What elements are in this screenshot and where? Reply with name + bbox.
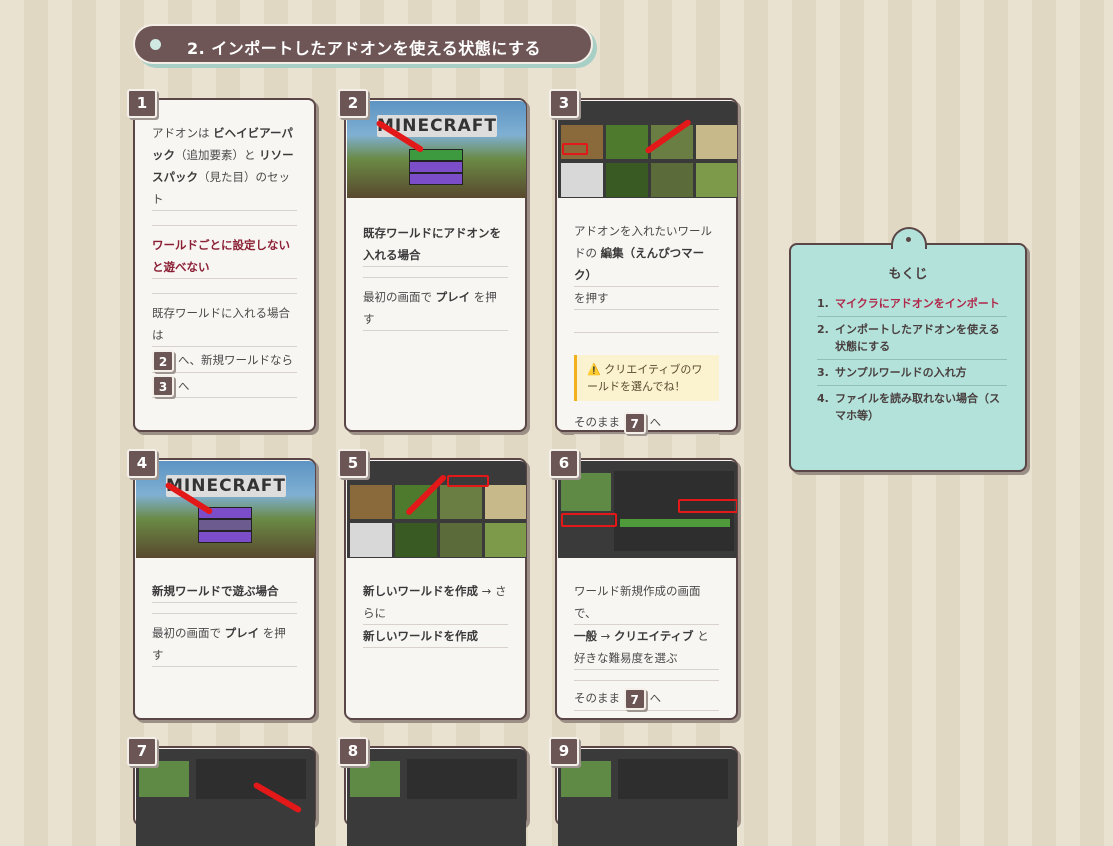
toc-title: もくじ <box>888 267 928 282</box>
minecraft-title-screenshot: MINECRAFT <box>136 461 315 558</box>
world-list-screenshot <box>558 101 737 198</box>
step-text: 一般 → クリエイティブ と好きな難易度を選ぶ <box>574 625 719 670</box>
text: そのまま <box>574 691 620 705</box>
existing-world-text: 既存ワールドに入れる場合は <box>152 293 297 347</box>
text: へ、新規ワールドなら <box>178 353 293 367</box>
toc-item-number: 4. <box>817 392 829 405</box>
step-card-1: 1 アドオンは ビヘイビアーパック（追加要素）と リソースパック（見た目）のセッ… <box>127 89 316 432</box>
step-number: 8 <box>338 737 368 766</box>
step-body: ワールド新規作成の画面で、 一般 → クリエイティブ と好きな難易度を選ぶ その… <box>574 580 719 711</box>
play-term: プレイ <box>435 290 471 304</box>
toc-item-link[interactable]: サンプルワールドの入れ方 <box>835 364 967 381</box>
note-text: クリエイティブのワールドを選んでね！ <box>587 363 703 393</box>
section-title: 2. インポートしたアドオンを使える状態にする <box>187 39 541 58</box>
step-screenshot <box>136 749 315 846</box>
toc-list: 1. マイクラにアドオンをインポート 2. インポートしたアドオンを使える状態にする… <box>817 291 1007 428</box>
text: アドオンは <box>152 126 214 140</box>
step-body: アドオンを入れたいワールドの 編集（えんぴつマーク） を押す ⚠️ クリエイティ… <box>574 220 719 435</box>
goto-step-3: 3へ <box>152 373 297 398</box>
warning-text: ワールドごとに設定しないと遊べない <box>152 225 297 279</box>
text: そのまま <box>574 415 620 429</box>
step-text: 新しいワールドを作成 → さらに <box>363 580 508 625</box>
step-number: 4 <box>127 449 157 478</box>
toc-item-2[interactable]: 2. インポートしたアドオンを使える状態にする <box>817 317 1007 360</box>
goto-step-7: そのまま 7へ <box>574 680 719 711</box>
step-card-5: 5 新しいワールドを作成 → さらに 新しいワールドを作成 <box>338 449 527 720</box>
step-number: 9 <box>549 737 579 766</box>
step-link-3[interactable]: 3 <box>152 375 174 397</box>
step-body: アドオンは ビヘイビアーパック（追加要素）と リソースパック（見た目）のセット … <box>152 122 297 398</box>
step-body: 既存ワールドにアドオンを入れる場合 最初の画面で プレイ を押す <box>363 222 508 331</box>
bullet-dot-icon <box>150 39 161 50</box>
toc-item-link[interactable]: ファイルを読み取れない場合（スマホ等） <box>835 390 1007 424</box>
step-link-7[interactable]: 7 <box>623 411 646 434</box>
menu-button-image <box>198 531 252 543</box>
text: 最初の画面で <box>363 290 436 304</box>
text: へ <box>649 415 662 429</box>
step-screenshot <box>347 749 526 846</box>
step-card-7: 7 <box>127 737 316 846</box>
goto-step-2: 2 へ、新規ワールドなら <box>152 347 297 373</box>
step-number: 6 <box>549 449 579 478</box>
step-number: 1 <box>127 89 157 118</box>
step-link-7[interactable]: 7 <box>623 687 646 710</box>
step-line: 最初の画面で プレイ を押す <box>363 277 508 331</box>
step-card-9: 9 <box>549 737 738 846</box>
step-screenshot <box>558 749 737 846</box>
text: へ <box>178 378 190 393</box>
create-world-screenshot <box>558 461 737 558</box>
step-body: 新規ワールドで遊ぶ場合 最初の画面で プレイ を押す <box>152 580 297 667</box>
step-card-3: 3 アドオンを入れたいワールドの 編集（えんぴつマーク） を押す ⚠️ クリエイ… <box>549 89 738 435</box>
step-number: 3 <box>549 89 579 118</box>
step-card-8: 8 <box>338 737 527 846</box>
text: 最初の画面で <box>152 626 225 640</box>
minecraft-title-screenshot: MINECRAFT <box>347 101 526 198</box>
step-body: 新しいワールドを作成 → さらに 新しいワールドを作成 <box>363 580 508 648</box>
toc-item-number: 3. <box>817 366 829 379</box>
step-link-2[interactable]: 2 <box>152 349 174 372</box>
play-term: プレイ <box>224 626 260 640</box>
toc-item-number: 1. <box>817 297 829 310</box>
menu-button-image <box>409 173 463 185</box>
text: へ <box>649 691 662 705</box>
text: を押す <box>574 287 719 310</box>
creative-term: クリエイティブ <box>613 629 694 643</box>
step-card-4: 4 MINECRAFT 新規ワールドで遊ぶ場合 最初の画面で プレイ を押す <box>127 449 316 720</box>
create-world-term: 新しいワールドを作成 <box>363 584 478 598</box>
step-heading: 既存ワールドにアドオンを入れる場合 <box>363 222 508 267</box>
text: （追加要素）と <box>175 148 260 162</box>
toc-item-1[interactable]: 1. マイクラにアドオンをインポート <box>817 291 1007 317</box>
step-text: アドオンを入れたいワールドの 編集（えんぴつマーク） <box>574 220 719 287</box>
step-number: 7 <box>127 737 157 766</box>
text: ワールド新規作成の画面で、 <box>574 580 719 625</box>
toc-item-number: 2. <box>817 323 829 336</box>
text: → <box>597 629 614 643</box>
tip-note: ⚠️ クリエイティブのワールドを選んでね！ <box>574 355 719 401</box>
general-term: 一般 <box>574 629 597 643</box>
divider <box>574 310 719 333</box>
toc-tab <box>891 227 927 249</box>
warning-icon: ⚠️ <box>587 363 601 376</box>
toc-item-3[interactable]: 3. サンプルワールドの入れ方 <box>817 360 1007 386</box>
table-of-contents: もくじ 1. マイクラにアドオンをインポート 2. インポートしたアドオンを使える状… <box>789 227 1027 472</box>
goto-step-7: そのまま 7へ <box>574 409 719 435</box>
section-header: 2. インポートしたアドオンを使える状態にする <box>133 24 593 64</box>
world-list-screenshot <box>347 461 526 558</box>
step-number: 5 <box>338 449 368 478</box>
toc-item-link[interactable]: マイクラにアドオンをインポート <box>835 295 1000 312</box>
dot-icon <box>906 237 911 242</box>
step-number: 2 <box>338 89 368 118</box>
step-card-2: 2 MINECRAFT 既存ワールドにアドオンを入れる場合 最初の画面で プレイ… <box>338 89 527 432</box>
create-world-term: 新しいワールドを作成 <box>363 625 508 648</box>
menu-button-image <box>409 161 463 173</box>
toc-item-4[interactable]: 4. ファイルを読み取れない場合（スマホ等） <box>817 386 1007 428</box>
step-card-6: 6 ワールド新規作成の画面で、 一般 → クリエイティブ と好きな難易度を選ぶ … <box>549 449 738 720</box>
step-line: 最初の画面で プレイ を押す <box>152 613 297 667</box>
menu-button-image <box>198 519 252 531</box>
toc-item-link[interactable]: インポートしたアドオンを使える状態にする <box>835 321 1007 355</box>
step-heading: 新規ワールドで遊ぶ場合 <box>152 580 297 603</box>
